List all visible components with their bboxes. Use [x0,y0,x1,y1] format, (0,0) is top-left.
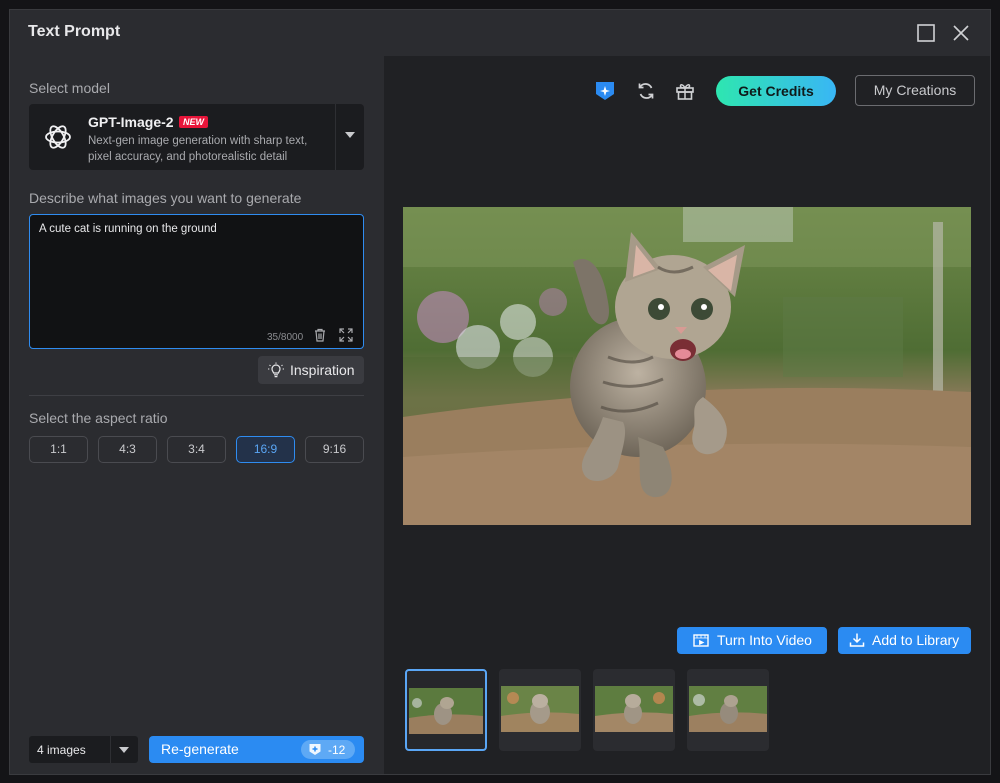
generated-image [403,207,971,525]
model-description: Next-gen image generation with sharp tex… [88,135,308,163]
chevron-down-icon[interactable] [119,747,129,753]
thumbnail-image [595,686,673,732]
chevron-down-icon[interactable] [345,132,355,138]
credit-cost-pill: -12 [301,740,355,759]
expand-icon[interactable] [339,328,353,342]
model-divider [335,104,336,170]
prompt-input[interactable]: A cute cat is running on the ground 35/8… [29,214,364,349]
download-icon [849,633,865,647]
prompt-text[interactable]: A cute cat is running on the ground [39,223,217,235]
preview-panel: Get Credits My Creations Turn Into Video… [384,56,990,774]
text-prompt-window: Text Prompt Select model GPT-Image-2 NEW… [9,9,991,775]
inspiration-button[interactable]: Inspiration [258,356,364,384]
inspiration-label: Inspiration [290,362,355,378]
add-to-library-label: Add to Library [872,632,960,648]
thumbnail-2[interactable] [499,669,581,751]
regenerate-button[interactable]: Re-generate -12 [149,736,364,763]
ratio-option-1-1[interactable]: 1:1 [29,436,88,463]
new-badge: NEW [179,116,208,128]
title-bar: Text Prompt [10,10,990,56]
ratio-option-9-16[interactable]: 9:16 [305,436,364,463]
ratio-option-16-9[interactable]: 16:9 [236,436,295,463]
turn-into-video-button[interactable]: Turn Into Video [677,627,827,654]
trash-icon[interactable] [313,328,327,342]
ratio-option-3-4[interactable]: 3:4 [167,436,226,463]
window-title: Text Prompt [28,23,121,40]
image-count-select[interactable]: 4 images [29,736,138,763]
credit-cost: -12 [328,743,346,757]
ratio-option-4-3[interactable]: 4:3 [98,436,157,463]
thumbnail-image [501,686,579,732]
section-divider [29,395,364,396]
settings-panel: Select model GPT-Image-2 NEW Next-gen im… [10,56,384,774]
credit-shield-icon[interactable] [594,80,616,102]
thumbnail-image [689,686,767,732]
video-icon [693,634,709,647]
refresh-icon[interactable] [635,80,657,102]
cat-image [403,207,971,525]
prompt-section-label: Describe what images you want to generat… [29,190,302,206]
regenerate-label: Re-generate [161,741,239,757]
aspect-section-label: Select the aspect ratio [29,410,168,426]
maximize-icon[interactable] [915,22,937,44]
add-to-library-button[interactable]: Add to Library [838,627,971,654]
image-count-value: 4 images [37,743,86,757]
thumbnail-4[interactable] [687,669,769,751]
char-count: 35/8000 [267,332,304,343]
get-credits-button[interactable]: Get Credits [716,76,836,106]
close-icon[interactable] [950,22,972,44]
openai-logo-icon [45,125,71,149]
thumbnail-image [409,688,483,734]
count-divider [110,736,111,763]
gift-icon[interactable] [674,80,696,102]
model-selector[interactable]: GPT-Image-2 NEW Next-gen image generatio… [29,104,364,170]
my-creations-button[interactable]: My Creations [855,75,975,106]
thumbnail-3[interactable] [593,669,675,751]
model-section-label: Select model [29,80,110,96]
thumbnail-1[interactable] [405,669,487,751]
turn-into-video-label: Turn Into Video [717,632,812,648]
model-name: GPT-Image-2 [88,114,174,130]
lightbulb-icon [268,362,284,378]
credit-icon [309,744,321,755]
